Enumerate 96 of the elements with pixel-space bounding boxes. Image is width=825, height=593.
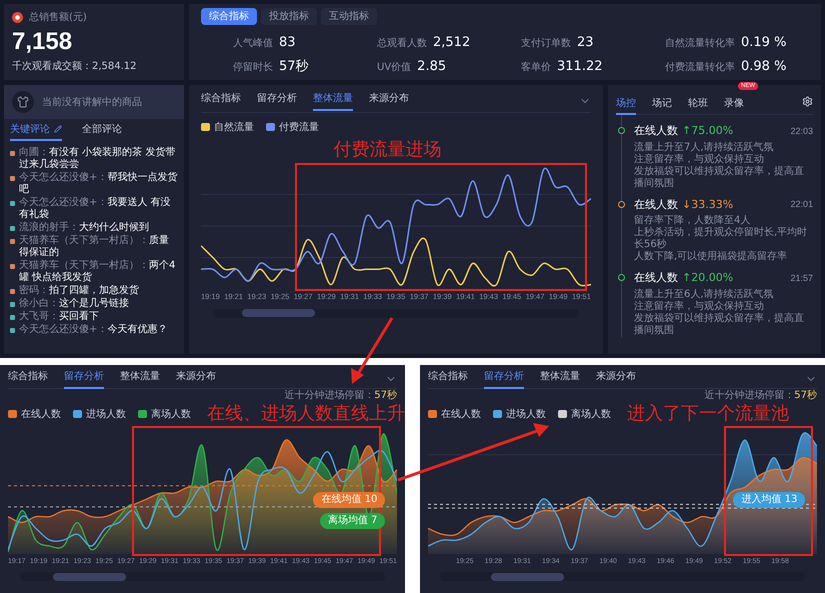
tab[interactable]: 整体流量 (540, 368, 580, 388)
comment-text: 大飞哥：买回看下 (19, 311, 99, 323)
tab[interactable]: 综合指标 (201, 8, 257, 25)
event-tip: 流量上升至7人,请持续活跃气氛 (634, 142, 775, 154)
annotation-text: 付费流量进场 (334, 141, 442, 159)
tab[interactable]: 来源分布 (369, 90, 409, 110)
tab[interactable]: 留存分析 (484, 368, 524, 388)
metric-label: 客单价 (521, 60, 551, 74)
product-status: 当前没有讲解中的商品 (42, 96, 142, 110)
tab[interactable]: 录像 (724, 96, 744, 114)
average-badge: 离场均值 7 (320, 513, 386, 529)
comment-text: 今天怎么还没傻+：今天有优惠？ (19, 324, 168, 336)
annotation-text: 进入了下一个流量池 (627, 405, 789, 423)
tab[interactable]: 场记 (652, 96, 672, 114)
scrollbar-thumb[interactable] (491, 572, 564, 580)
tab[interactable]: 留存分析 (257, 90, 297, 110)
metric-value: 83 (279, 34, 296, 52)
scrollbar[interactable] (440, 572, 805, 581)
legend-label: 付费流量 (279, 120, 319, 134)
annotation-text: 在线、进场人数直线上升 (207, 405, 405, 423)
scrollbar[interactable] (213, 308, 579, 318)
average-badge: 进入均值 13 (733, 492, 806, 508)
event-tip: 流量上升至6人,请持续活跃气氛 (634, 288, 775, 300)
event-title: 在线人数 (634, 270, 678, 286)
event-title: 在线人数 (634, 123, 678, 139)
event-tip: 发放福袋可以维持观众留存率，提高直播间氛围 (634, 312, 805, 336)
tab[interactable]: 整体流量 (313, 90, 353, 110)
tab[interactable]: 轮班 (688, 96, 708, 114)
event-title: 在线人数 (634, 196, 678, 212)
event-tip: 留存率下降，人数降至4人 (634, 215, 752, 226)
tab[interactable]: 留存分析 (64, 368, 104, 388)
event-change: ↑20.00% (682, 270, 734, 286)
metric-value: 2,512 (433, 34, 470, 52)
sales-value: 7,158 (12, 30, 74, 54)
tab[interactable]: 综合指标 (8, 368, 48, 388)
metric-label: 人气峰值 (233, 37, 273, 51)
legend-label: 离场人数 (151, 408, 191, 422)
tab[interactable]: 场控 (616, 96, 636, 114)
arrow (351, 317, 394, 384)
event-tip: 注意留存率，与观众保持互动 (634, 154, 765, 166)
event-tip: 发放福袋可以维持观众留存率，提高直播间氛围 (634, 166, 805, 190)
tab[interactable]: 来源分布 (596, 368, 636, 388)
comment-text: 密码：拍了四罐，加急发货 (19, 285, 139, 297)
average-badge: 在线均值 10 (313, 492, 386, 508)
comment-text: 向圃：有没有 小袋装那的茶 发货带过来几袋尝尝 (19, 147, 176, 171)
metric-label: 总观看人数 (377, 36, 427, 51)
tab[interactable]: 综合指标 (201, 90, 241, 110)
event-time: 22:01 (790, 198, 813, 211)
event-tip: 注意留存率，与观众保持互动 (634, 300, 765, 312)
tab[interactable]: 全部评论 (82, 122, 122, 140)
event-time: 22:03 (790, 124, 813, 138)
sales-label: 总销售额(元) (29, 10, 87, 25)
comment-text: 今天怎么还没傻+：帮我快一点发货吧 (19, 172, 178, 196)
tab[interactable]: 关键评论 (10, 122, 62, 140)
stay-note: 近十分钟进场停留：57秒 (704, 390, 817, 400)
tab[interactable]: 整体流量 (120, 368, 160, 388)
metric-label: 付费流量转化率 (665, 60, 735, 74)
legend-label: 进场人数 (506, 408, 546, 422)
metric-value: 0.98 % (741, 58, 786, 76)
comment-text: 流浪的射手：大约什么时候到 (19, 222, 149, 234)
record-icon (12, 12, 23, 23)
pencil-icon[interactable] (54, 125, 62, 133)
event-tip: 人数下降,可以使用福袋提高留存率 (634, 251, 788, 263)
legend-label: 在线人数 (21, 408, 61, 422)
legend-label: 离场人数 (571, 408, 611, 422)
metric-label: 停留时长 (233, 60, 273, 74)
stay-note: 近十分钟进场停留：57秒 (284, 390, 397, 400)
tab[interactable]: 投放指标 (261, 8, 317, 25)
event-change: ↑75.00% (682, 123, 734, 139)
comment-text: 徐小白：这个是几号链接 (19, 298, 129, 310)
metric-label: UV价值 (377, 60, 412, 74)
comment-text: 天猫养车（天下第一村店）：两个4罐 快点给我发货 (19, 260, 176, 284)
event-change: ↓33.33% (682, 196, 734, 212)
tab[interactable]: 来源分布 (176, 368, 216, 388)
scrollbar-thumb[interactable] (52, 572, 126, 580)
shirt-icon (12, 91, 34, 113)
scrollbar[interactable] (20, 572, 385, 581)
comment-text: 今天怎么还没傻+：我要送人 有没有礼袋 (19, 197, 172, 221)
event-time: 21:57 (790, 272, 813, 284)
legend-label: 自然流量 (214, 120, 254, 134)
metric-label: 自然流量转化率 (665, 36, 735, 51)
sales-subtitle: 千次观看成交额：2,584.12 (12, 60, 138, 74)
event-tip: 上秒杀活动，提升观众停留时长,平均时长56秒 (634, 227, 808, 250)
metric-label: 支付订单数 (521, 36, 571, 51)
tab[interactable]: 综合指标 (428, 368, 468, 388)
metric-value: 311.22 (557, 58, 602, 76)
comment-text: 天猫养车（天下第一村店）：质量得保证的 (19, 235, 170, 259)
metric-value: 57秒 (279, 58, 309, 76)
legend-label: 在线人数 (441, 408, 481, 422)
metric-value: 0.19 % (741, 34, 786, 52)
settings-icon[interactable] (802, 96, 813, 107)
metric-value: 23 (577, 34, 594, 52)
metric-value: 2.85 (417, 58, 446, 76)
scrollbar-thumb[interactable] (242, 309, 316, 317)
tab[interactable]: 互动指标 (321, 8, 377, 25)
legend-label: 进场人数 (86, 408, 126, 422)
